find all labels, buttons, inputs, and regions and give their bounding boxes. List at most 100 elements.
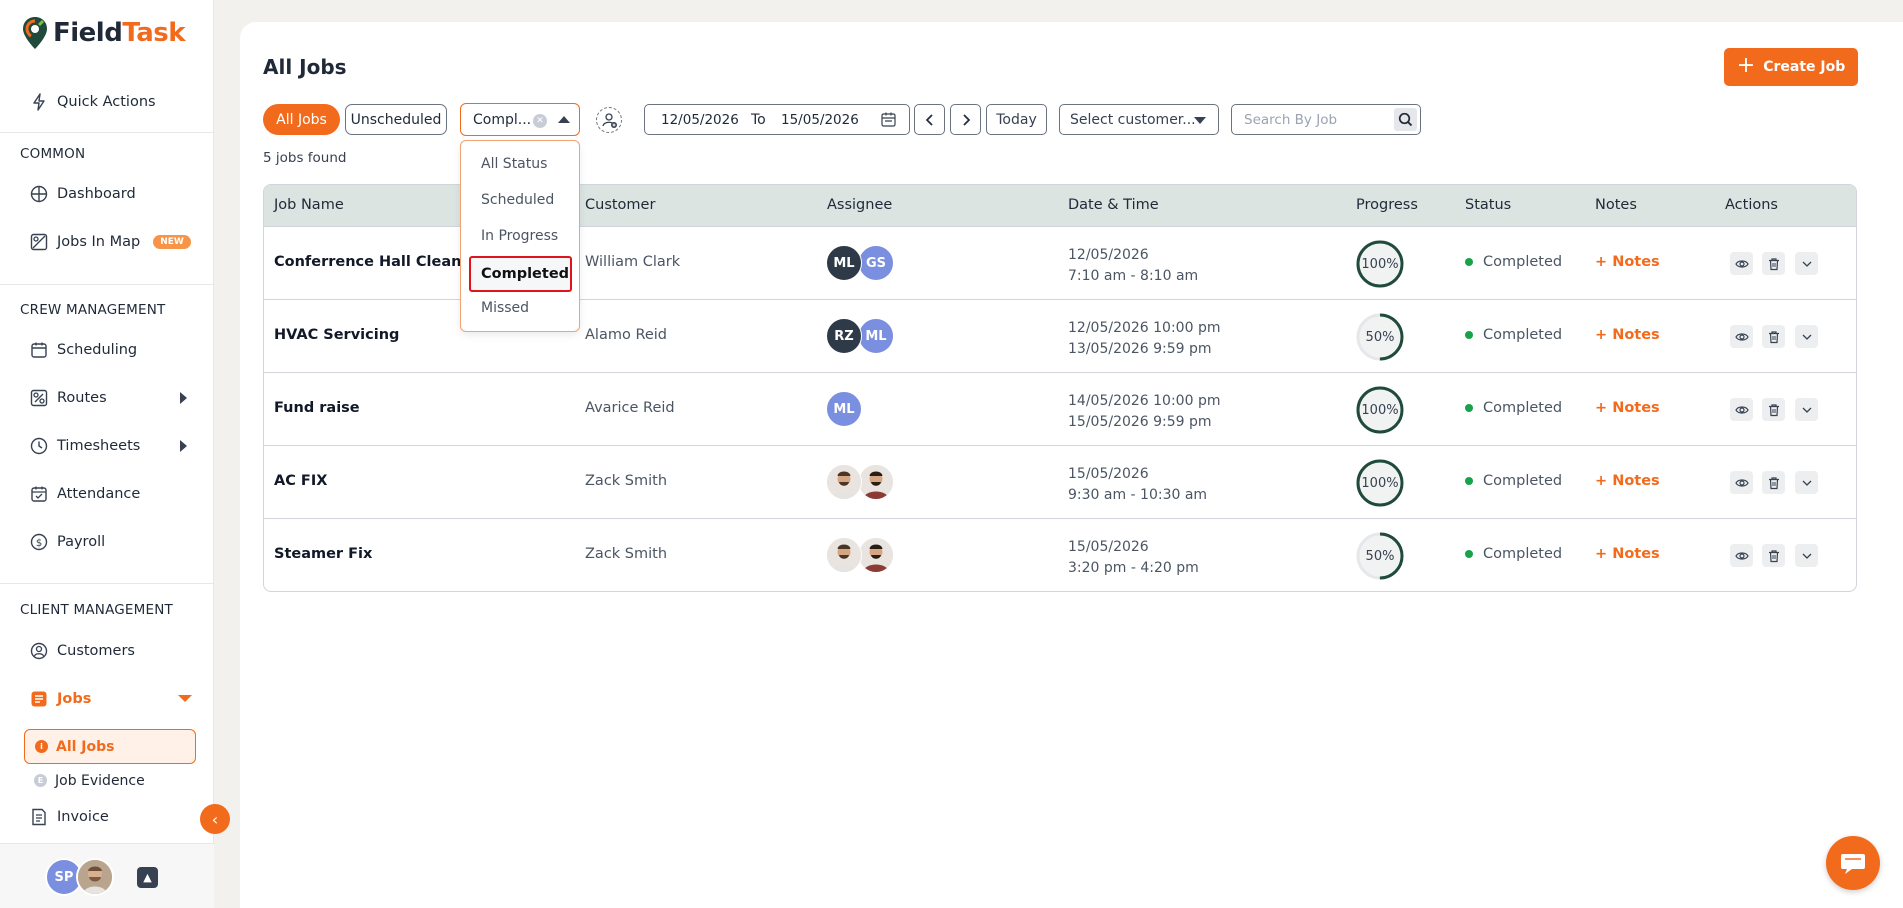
delete-button[interactable] [1762, 471, 1785, 494]
search-button[interactable] [1394, 108, 1417, 131]
add-notes-link[interactable]: + Notes [1595, 327, 1660, 343]
assignee-filter-icon[interactable] [596, 107, 622, 133]
expand-row-button[interactable] [1795, 252, 1818, 275]
all-jobs-dot-icon: i [35, 740, 48, 753]
subnav-job-evidence[interactable]: E Job Evidence [24, 763, 196, 798]
job-name[interactable]: HVAC Servicing [274, 327, 399, 343]
job-name[interactable]: Conferrence Hall Cleaning [274, 254, 487, 270]
job-name[interactable]: Steamer Fix [274, 546, 372, 562]
status-option-scheduled[interactable]: Scheduled [481, 192, 554, 208]
caret-down-icon [178, 695, 192, 702]
search-input[interactable] [1232, 105, 1392, 134]
sidebar-item-invoice[interactable]: Invoice [30, 808, 109, 826]
date-to[interactable]: 15/05/2026 [781, 112, 859, 128]
assignee-avatar[interactable] [858, 464, 894, 500]
sidebar-item-label: Jobs In Map [57, 234, 141, 250]
date-line-1: 14/05/2026 10:00 pm [1068, 393, 1221, 409]
table-row[interactable]: Steamer Fix Zack Smith 15/05/2026 3:20 pm -… [264, 518, 1856, 591]
assignee-avatar[interactable]: GS [858, 245, 894, 281]
sidebar-item-label: Routes [57, 390, 107, 406]
create-job-button[interactable]: + Create Job [1724, 48, 1858, 86]
column-header[interactable]: Assignee [827, 197, 892, 213]
sidebar-item-jobs-in-map[interactable]: Jobs In Map NEW [30, 233, 191, 251]
column-header[interactable]: Status [1465, 197, 1511, 213]
customer-name: William Clark [585, 254, 681, 270]
chat-button[interactable] [1826, 836, 1880, 890]
sidebar-item-label: Quick Actions [57, 94, 156, 110]
column-header[interactable]: Job Name [274, 197, 344, 213]
sidebar-item-quick-actions[interactable]: Quick Actions [30, 93, 156, 111]
add-notes-link[interactable]: + Notes [1595, 400, 1660, 416]
job-name[interactable]: AC FIX [274, 473, 327, 489]
delete-button[interactable] [1762, 544, 1785, 567]
column-header[interactable]: Customer [585, 197, 655, 213]
calendar-icon [30, 341, 48, 359]
add-notes-link[interactable]: + Notes [1595, 473, 1660, 489]
table-row[interactable]: AC FIX Zack Smith 15/05/2026 9:30 am - 10:3… [264, 445, 1856, 518]
eye-icon [1734, 259, 1749, 268]
status-select[interactable]: Compl... ✕ [460, 103, 580, 136]
chevron-up-icon[interactable]: ▲ [137, 867, 158, 888]
delete-button[interactable] [1762, 252, 1785, 275]
column-header[interactable]: Notes [1595, 197, 1637, 213]
today-button[interactable]: Today [986, 104, 1047, 135]
expand-row-button[interactable] [1795, 398, 1818, 421]
assignee-avatar[interactable] [826, 537, 862, 573]
status-dropdown: All Status Scheduled In Progress Complet… [460, 140, 580, 332]
sidebar-item-attendance[interactable]: Attendance [30, 485, 140, 503]
next-date-button[interactable] [950, 104, 981, 135]
status-option-in-progress[interactable]: In Progress [481, 228, 558, 244]
view-button[interactable] [1730, 544, 1753, 567]
assignee-avatar[interactable]: ML [858, 318, 894, 354]
assignee-avatar[interactable]: RZ [826, 318, 862, 354]
logo-pin-icon [22, 16, 48, 50]
sidebar-item-payroll[interactable]: $ Payroll [30, 533, 105, 551]
status-option-completed[interactable]: Completed [469, 256, 572, 292]
delete-button[interactable] [1762, 398, 1785, 421]
delete-button[interactable] [1762, 325, 1785, 348]
expand-row-button[interactable] [1795, 471, 1818, 494]
sidebar-item-customers[interactable]: Customers [30, 642, 135, 660]
sidebar-item-jobs[interactable]: Jobs [30, 690, 91, 708]
column-header[interactable]: Actions [1725, 197, 1778, 213]
subnav-all-jobs[interactable]: i All Jobs [24, 729, 196, 764]
status-option-all[interactable]: All Status [481, 156, 547, 172]
bolt-icon [30, 93, 48, 111]
view-button[interactable] [1730, 252, 1753, 275]
divider [0, 284, 214, 285]
job-name[interactable]: Fund raise [274, 400, 360, 416]
add-notes-link[interactable]: + Notes [1595, 546, 1660, 562]
add-notes-link[interactable]: + Notes [1595, 254, 1660, 270]
search-field[interactable] [1231, 104, 1421, 135]
sidebar-item-timesheets[interactable]: Timesheets [30, 437, 140, 455]
view-button[interactable] [1730, 398, 1753, 421]
sidebar-item-routes[interactable]: Routes [30, 389, 195, 407]
clear-icon[interactable]: ✕ [533, 114, 547, 128]
collapse-sidebar-button[interactable]: ‹ [200, 804, 230, 834]
column-header[interactable]: Date & Time [1068, 197, 1159, 213]
view-button[interactable] [1730, 325, 1753, 348]
avatar-photo[interactable] [76, 858, 114, 896]
date-from[interactable]: 12/05/2026 [661, 112, 739, 128]
column-header[interactable]: Progress [1356, 197, 1418, 213]
calendar-icon[interactable] [881, 112, 896, 127]
eye-icon [1734, 332, 1749, 341]
assignee-avatar[interactable] [826, 464, 862, 500]
subnav-label: All Jobs [56, 738, 115, 755]
customer-select[interactable]: Select customer... [1059, 104, 1219, 135]
expand-row-button[interactable] [1795, 325, 1818, 348]
date-range-picker[interactable]: 12/05/2026 To 15/05/2026 [644, 104, 910, 135]
sidebar-item-dashboard[interactable]: Dashboard [30, 185, 136, 203]
expand-row-button[interactable] [1795, 544, 1818, 567]
assignee-avatar[interactable] [858, 537, 894, 573]
table-row[interactable]: Fund raise Avarice Reid ML 14/05/2026 10:00… [264, 372, 1856, 445]
sidebar-item-scheduling[interactable]: Scheduling [30, 341, 137, 359]
filter-unscheduled[interactable]: Unscheduled [345, 104, 447, 135]
prev-date-button[interactable] [914, 104, 945, 135]
brand-logo[interactable]: FieldTask [22, 16, 186, 50]
filter-all-jobs[interactable]: All Jobs [263, 104, 340, 135]
assignee-avatar[interactable]: ML [826, 245, 862, 281]
status-option-missed[interactable]: Missed [481, 300, 529, 316]
view-button[interactable] [1730, 471, 1753, 494]
assignee-avatar[interactable]: ML [826, 391, 862, 427]
